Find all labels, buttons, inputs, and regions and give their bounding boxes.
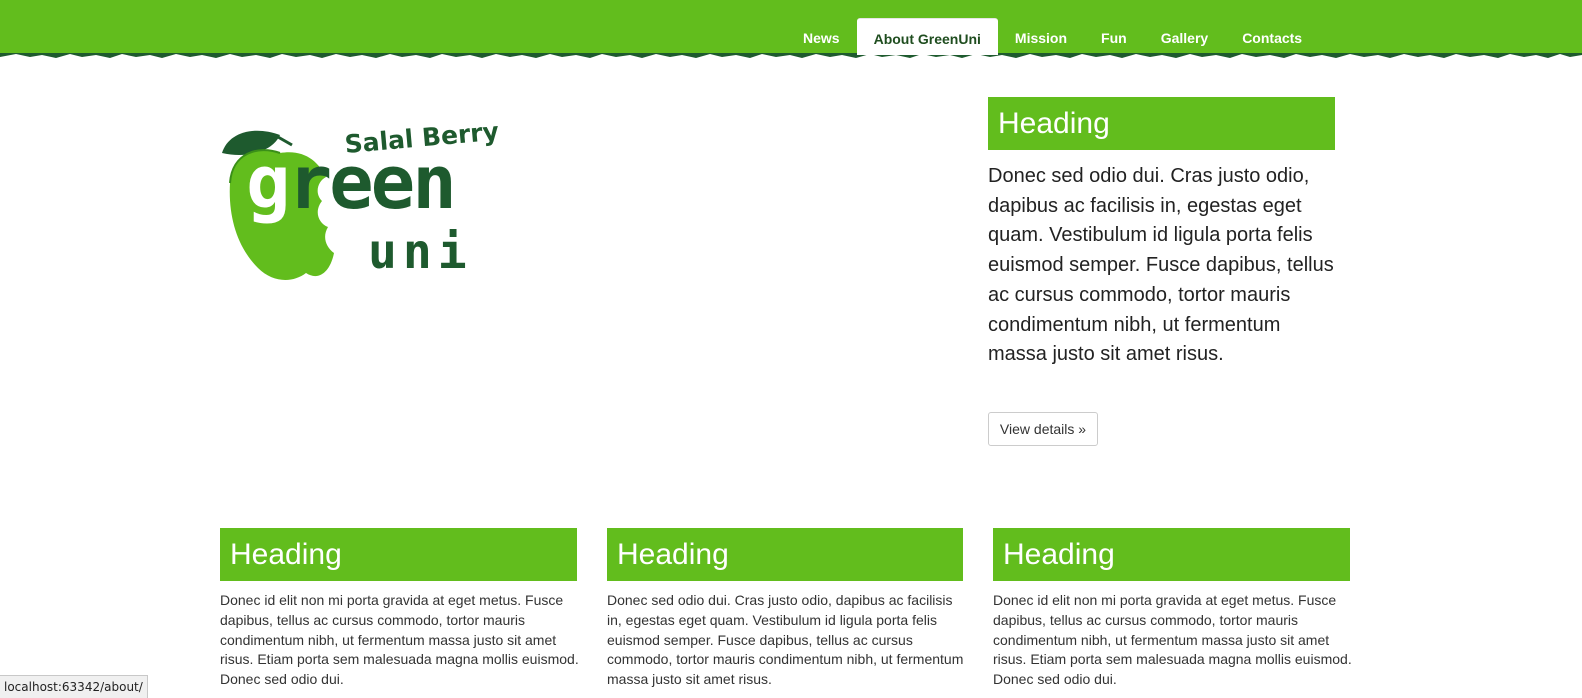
logo-letter-g: g xyxy=(246,140,291,226)
nav-item-contacts[interactable]: Contacts xyxy=(1225,18,1319,53)
column-2-heading: Heading xyxy=(607,528,963,581)
logo-wordmark-uni: uni xyxy=(368,224,473,280)
column-2-text: Donec sed odio dui. Cras justo odio, dap… xyxy=(607,592,964,688)
view-details-button[interactable]: View details » xyxy=(988,412,1098,446)
nav-item-about-greenuni[interactable]: About GreenUni xyxy=(856,18,998,55)
status-bar-url: localhost:63342/about/ xyxy=(0,675,148,698)
main-nav: News About GreenUni Mission Fun Gallery … xyxy=(786,18,1319,55)
nav-item-news[interactable]: News xyxy=(786,18,857,53)
nav-item-mission[interactable]: Mission xyxy=(998,18,1084,53)
column-3-text: Donec id elit non mi porta gravida at eg… xyxy=(993,592,1352,688)
column-1-heading: Heading xyxy=(220,528,577,581)
hero-heading: Heading xyxy=(988,97,1335,150)
hero-text: Donec sed odio dui. Cras justo odio, dap… xyxy=(988,165,1334,366)
nav-item-gallery[interactable]: Gallery xyxy=(1144,18,1225,53)
column-3-heading: Heading xyxy=(993,528,1350,581)
logo-wordmark-green: green xyxy=(246,146,457,220)
nav-item-fun[interactable]: Fun xyxy=(1084,18,1144,53)
column-1-text: Donec id elit non mi porta gravida at eg… xyxy=(220,592,579,688)
logo-letters-reen: reen xyxy=(287,140,457,226)
